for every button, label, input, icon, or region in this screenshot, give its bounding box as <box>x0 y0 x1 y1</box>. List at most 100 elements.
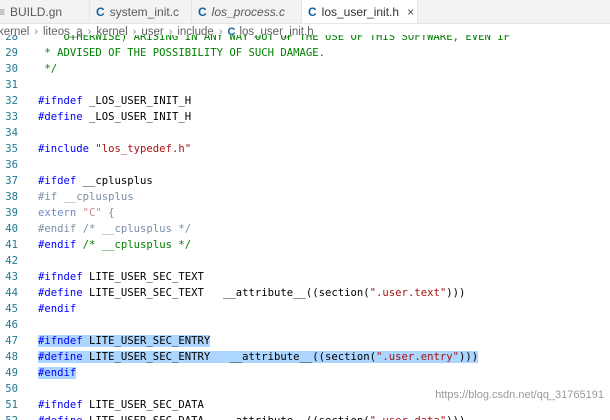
line-number: 29 <box>5 47 18 59</box>
code-line: 45 #endif <box>0 301 610 317</box>
code-token: #ifndef <box>38 335 90 347</box>
code-text: #define LITE_USER_SEC_ENTRY __attribute_… <box>38 349 479 365</box>
line-number: 48 <box>5 351 18 363</box>
code-line: 39 extern "C" { <box>0 205 610 221</box>
tab-label: los_user_init.h <box>321 5 400 19</box>
line-number: 52 <box>0 413 18 420</box>
watermark: https://blog.csdn.net/qq_31765191 <box>435 389 604 401</box>
code-token: LITE_USER_SEC_TEXT __attribute__((sectio… <box>89 287 370 299</box>
line-number: 44 <box>5 287 18 299</box>
code-token: __cplusplus <box>82 175 153 187</box>
code-line: 44 #define LITE_USER_SEC_TEXT __attribute… <box>0 285 610 301</box>
code-line: 47 #ifndef LITE_USER_SEC_ENTRY <box>0 333 610 349</box>
code-token: #define <box>38 351 90 363</box>
tab-label: system_init.c <box>109 4 180 19</box>
code-line: 34 <box>0 125 610 141</box>
code-line: 40 #endif /* __cplusplus */ <box>0 221 610 237</box>
line-number: 38 <box>5 191 18 203</box>
code-token: #include <box>38 143 96 155</box>
code-text: #define LITE_USER_SEC_TEXT __attribute__… <box>38 285 465 301</box>
tab-1[interactable]: Csystem_init.c <box>90 0 192 23</box>
code-text: #ifndef LITE_USER_SEC_ENTRY <box>38 333 211 349</box>
code-token: * ADVISED OF THE POSSIBILITY OF SUCH DAM… <box>38 47 326 59</box>
code-text: #endif <box>38 365 77 381</box>
code-text: #ifdef __cplusplus <box>38 173 153 189</box>
line-number: 43 <box>5 271 18 283</box>
code-line: 52 #define LITE_USER_SEC_DATA __attribute… <box>0 413 610 420</box>
code-token: OTHERWISE) ARISING IN ANY WAY OUT OF THE… <box>38 35 510 43</box>
code-token: /* __cplusplus */ <box>82 239 192 251</box>
tab-2[interactable]: Clos_process.c <box>192 0 302 23</box>
code-editor[interactable]: 28 OTHERWISE) ARISING IN ANY WAY OUT OF … <box>0 35 610 420</box>
code-token: LITE_USER_SEC_DATA __attribute__((sectio… <box>89 415 370 420</box>
line-number: 34 <box>5 127 18 139</box>
tab-3[interactable]: Clos_user_init.h × <box>302 0 418 23</box>
code-token: #endif <box>38 367 77 379</box>
code-token: #ifndef <box>38 399 90 411</box>
code-token: #define <box>38 415 89 420</box>
line-number: 41 <box>5 239 18 251</box>
code-token: "C" <box>82 207 102 219</box>
line-number: 42 <box>5 255 18 267</box>
editor-tab-bar: ≡BUILD.gnCsystem_init.cClos_process.cClo… <box>0 0 610 24</box>
code-token: #ifndef <box>38 271 90 283</box>
code-token: ))) <box>458 351 479 363</box>
code-token: _LOS_USER_INIT_H <box>89 111 192 123</box>
code-line: 43 #ifndef LITE_USER_SEC_TEXT <box>0 269 610 285</box>
code-text: #endif /* __cplusplus */ <box>38 221 191 237</box>
code-line: 42 <box>0 253 610 269</box>
code-line: 38 #if __cplusplus <box>0 189 610 205</box>
code-token: LITE_USER_SEC_DATA <box>89 399 204 411</box>
code-text: #ifndef LITE_USER_SEC_DATA <box>38 397 204 413</box>
c-file-icon: C <box>96 4 105 19</box>
line-number: 30 <box>5 63 18 75</box>
code-token: LITE_USER_SEC_ENTRY <box>89 335 211 347</box>
code-token: */ <box>38 63 58 75</box>
code-token: #endif <box>38 239 83 251</box>
code-text: extern "C" { <box>38 205 115 221</box>
tab-label: los_process.c <box>211 4 286 19</box>
code-text: #endif /* __cplusplus */ <box>38 237 191 253</box>
code-text: #endif <box>38 301 76 317</box>
close-icon[interactable]: × <box>407 5 414 19</box>
c-file-icon: C <box>198 4 207 19</box>
code-token: _LOS_USER_INIT_H <box>89 95 192 107</box>
code-line: 36 <box>0 157 610 173</box>
code-line: 37 #ifdef __cplusplus <box>0 173 610 189</box>
line-number: 46 <box>5 319 18 331</box>
tab-0[interactable]: ≡ BUILD.gn <box>0 0 90 23</box>
code-line: 32 #ifndef _LOS_USER_INIT_H <box>0 93 610 109</box>
line-number: 50 <box>5 383 18 395</box>
code-line: 28 OTHERWISE) ARISING IN ANY WAY OUT OF … <box>0 35 610 45</box>
code-token: #if __cplusplus <box>38 191 134 203</box>
code-token: #endif /* __cplusplus */ <box>38 223 192 235</box>
code-text: #include "los_typedef.h" <box>38 141 191 157</box>
line-number: 39 <box>5 207 18 219</box>
line-number: 49 <box>5 367 18 379</box>
code-text: #ifndef _LOS_USER_INIT_H <box>38 93 191 109</box>
tab-label: BUILD.gn <box>10 4 63 19</box>
line-number: 45 <box>5 303 18 315</box>
line-number: 32 <box>5 95 18 107</box>
code-line: 35 #include "los_typedef.h" <box>0 141 610 157</box>
code-token: #ifndef <box>38 95 90 107</box>
code-token: ))) <box>446 287 466 299</box>
code-line: 30 */ <box>0 61 610 77</box>
code-token: LITE_USER_SEC_TEXT <box>89 271 204 283</box>
code-token: ))) <box>446 415 465 420</box>
code-text: OTHERWISE) ARISING IN ANY WAY OUT OF THE… <box>38 35 510 45</box>
c-file-icon: C <box>308 5 317 19</box>
code-line: 31 <box>0 77 610 93</box>
code-token: #endif <box>38 303 77 315</box>
code-token: ".user.entry" <box>376 351 459 363</box>
code-line: 46 <box>0 317 610 333</box>
code-line: 33 #define _LOS_USER_INIT_H <box>0 109 610 125</box>
code-text: #define _LOS_USER_INIT_H <box>38 109 191 125</box>
code-text: #ifndef LITE_USER_SEC_TEXT <box>38 269 204 285</box>
line-number: 37 <box>5 175 18 187</box>
line-number: 40 <box>5 223 18 235</box>
line-number: 36 <box>5 159 18 171</box>
code-line: 48 #define LITE_USER_SEC_ENTRY __attribut… <box>0 349 610 365</box>
gn-file-icon: ≡ <box>0 5 5 19</box>
code-text: #if __cplusplus <box>38 189 134 205</box>
